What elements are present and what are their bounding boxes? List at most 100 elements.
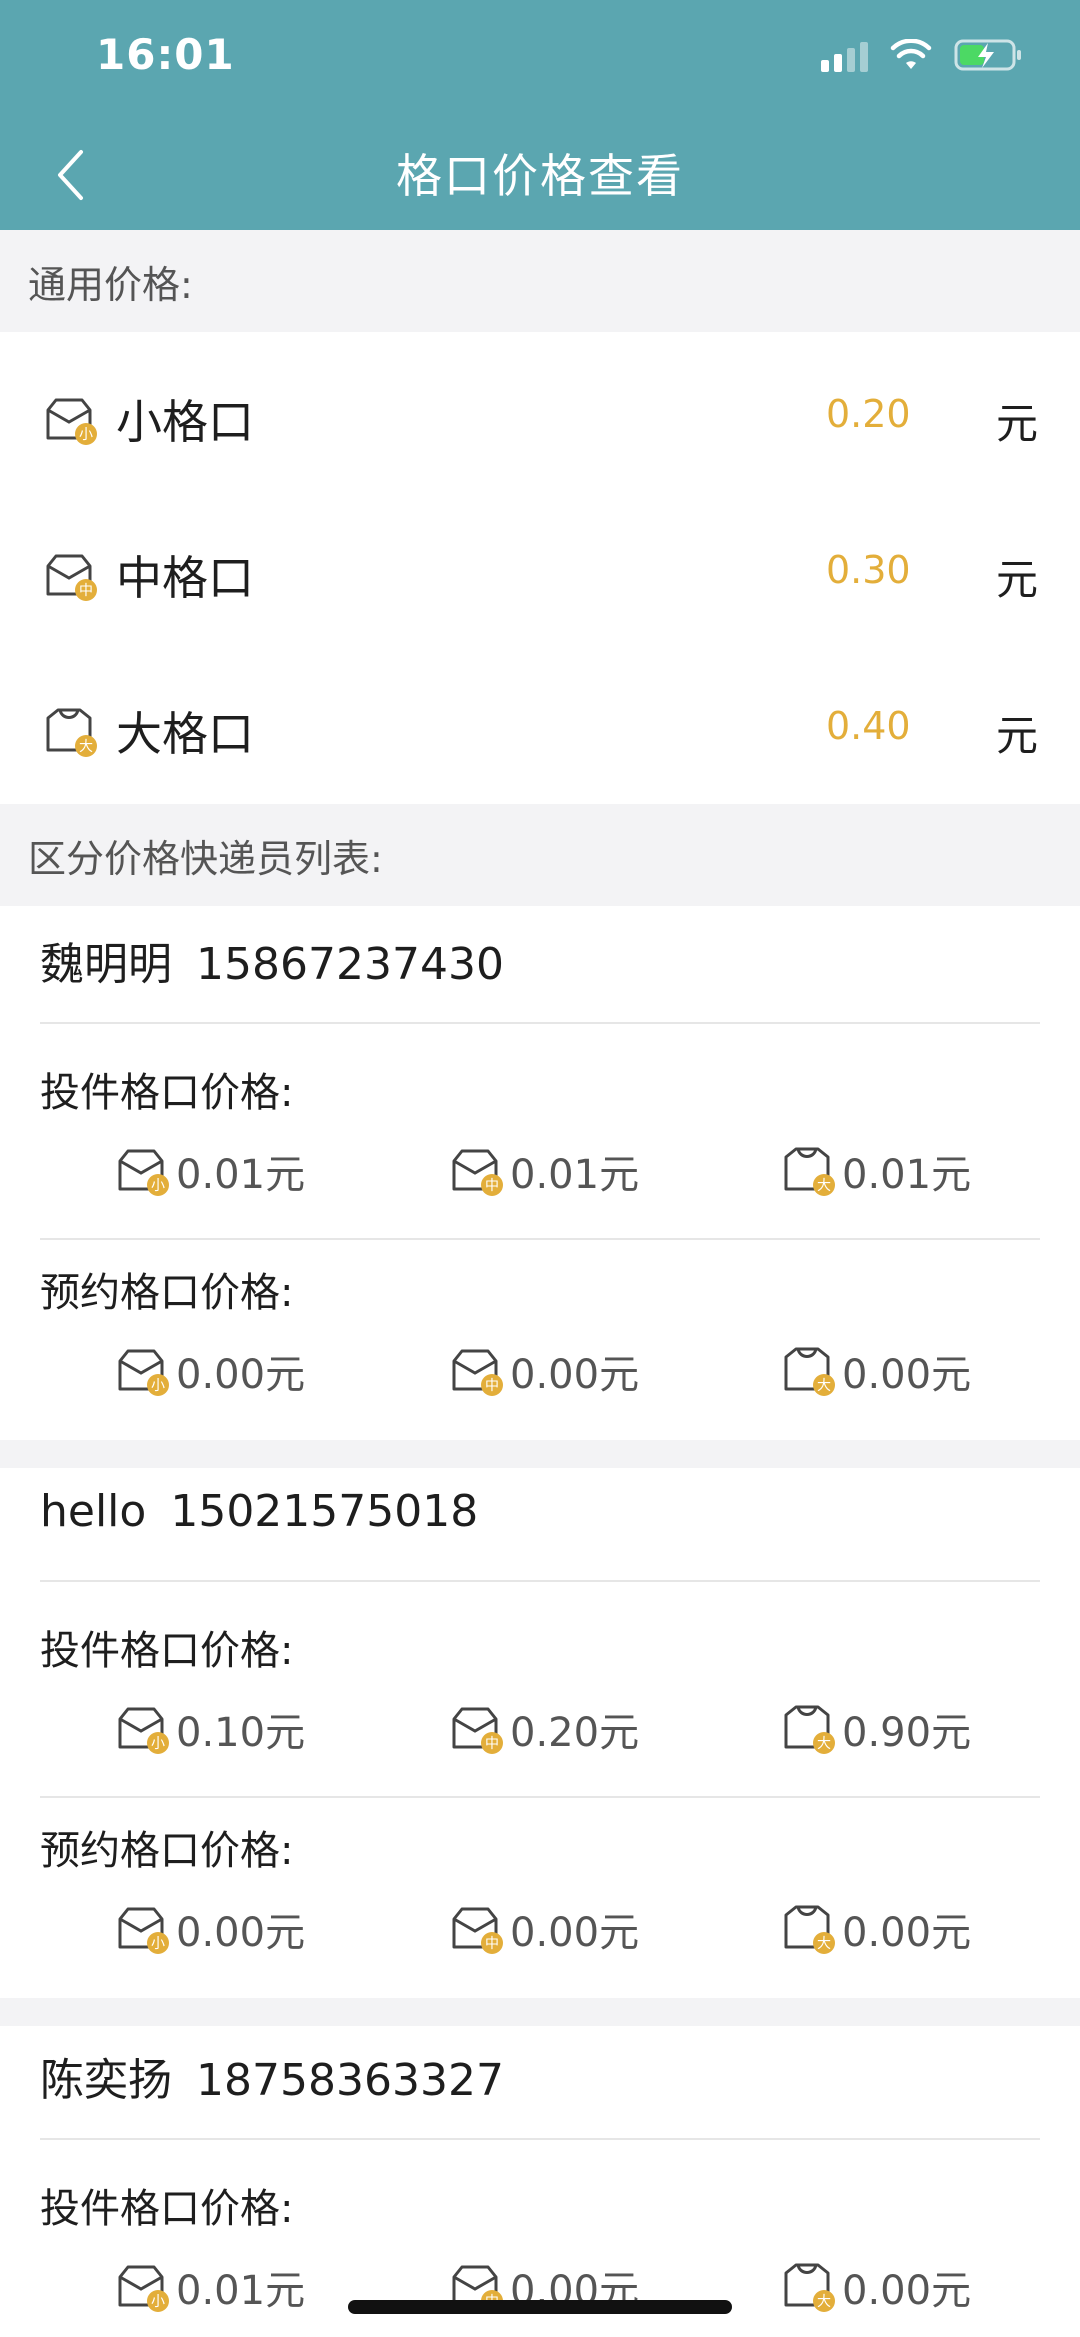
general-row-name: 中格口 (116, 551, 254, 605)
general-row-name: 小格口 (116, 395, 254, 449)
large-box-icon: 大 (784, 1705, 835, 1754)
price-value: 0.01元 (176, 1152, 306, 1198)
general-row-unit: 元 (996, 555, 1039, 604)
courier-info: 魏明明 15867237430 (40, 928, 504, 992)
general-row-price: 0.30 (826, 548, 911, 592)
svg-text:大: 大 (79, 739, 93, 755)
general-row-price: 0.20 (826, 392, 911, 436)
general-price-label: 通用价格: (0, 230, 1080, 332)
price-value: 0.00元 (842, 1352, 972, 1398)
divider (40, 1238, 1040, 1240)
svg-text:小: 小 (151, 1936, 165, 1952)
general-row-name: 大格口 (116, 707, 254, 761)
price-value: 0.01元 (842, 1152, 972, 1198)
deliver-price-cell: 大 0.90元 (782, 1700, 971, 1758)
svg-text:小: 小 (151, 1178, 165, 1194)
cellular-signal-icon (821, 38, 868, 72)
price-value: 0.20元 (510, 1710, 640, 1756)
deliver-price-cell: 小 0.01元 (116, 1142, 305, 1200)
price-value: 0.00元 (510, 1910, 640, 1956)
battery-charging-icon (954, 38, 1024, 72)
svg-text:中: 中 (485, 1936, 499, 1952)
deliver-price-cell: 中 0.20元 (450, 1700, 639, 1758)
deliver-price-cell: 大 0.00元 (782, 2258, 971, 2316)
general-row-unit: 元 (996, 711, 1039, 760)
reserve-price-title: 预约格口价格: (40, 1828, 294, 1874)
svg-text:小: 小 (151, 2294, 165, 2310)
section-gap (0, 1998, 1080, 2026)
section-gap (0, 1440, 1080, 1468)
price-value: 0.00元 (842, 2268, 972, 2314)
deliver-price-title: 投件格口价格: (40, 1628, 294, 1674)
reserve-price-cell: 中 0.00元 (450, 1900, 639, 1958)
svg-text:中: 中 (485, 1178, 499, 1194)
svg-text:小: 小 (79, 427, 93, 443)
divider (40, 1796, 1040, 1798)
large-box-icon: 大 (784, 1905, 835, 1954)
home-indicator[interactable] (348, 2300, 732, 2314)
deliver-price-cell: 小 0.01元 (116, 2258, 305, 2316)
svg-text:大: 大 (817, 1936, 831, 1952)
small-box-icon: 小 (118, 2265, 169, 2312)
svg-text:小: 小 (151, 1736, 165, 1752)
price-value: 0.01元 (176, 2268, 306, 2314)
reserve-price-cell: 中 0.00元 (450, 1342, 639, 1400)
courier-name: 魏明明 (40, 939, 172, 990)
svg-text:大: 大 (817, 1378, 831, 1394)
reserve-price-cell: 小 0.00元 (116, 1342, 305, 1400)
courier-list-label: 区分价格快递员列表: (0, 804, 1080, 906)
deliver-price-cell: 小 0.10元 (116, 1700, 305, 1758)
wifi-icon (890, 39, 932, 71)
price-value: 0.00元 (176, 1352, 306, 1398)
large-box-icon: 大 (46, 708, 97, 757)
small-box-icon: 小 (118, 1149, 169, 1196)
courier-card: 陈奕扬18758363327投件格口价格:小0.01元中0.00元大0.00元 (0, 2026, 1080, 2337)
deliver-price-title: 投件格口价格: (40, 1070, 294, 1116)
header-bar: 16:01 格口价格查看 (0, 0, 1080, 230)
medium-box-icon: 中 (452, 1349, 503, 1396)
general-row-unit: 元 (996, 399, 1039, 448)
courier-phone: 18758363327 (196, 2055, 504, 2106)
courier-name: hello (40, 1486, 147, 1537)
status-time: 16:01 (96, 30, 235, 79)
courier-phone: 15021575018 (170, 1486, 479, 1537)
deliver-price-cell: 中 0.01元 (450, 1142, 639, 1200)
reserve-price-cell: 大 0.00元 (782, 1900, 971, 1958)
large-box-icon: 大 (784, 1347, 835, 1396)
svg-text:中: 中 (79, 583, 93, 599)
reserve-price-title: 预约格口价格: (40, 1270, 294, 1316)
price-value: 0.00元 (510, 1352, 640, 1398)
deliver-price-title: 投件格口价格: (40, 2186, 294, 2232)
general-row-medium: 中 中格口 0.30 元 (0, 492, 1080, 648)
divider (40, 1022, 1040, 1024)
medium-box-icon: 中 (452, 1907, 503, 1954)
courier-phone: 15867237430 (196, 939, 504, 990)
page-title: 格口价格查看 (396, 149, 684, 203)
divider (40, 1580, 1040, 1582)
courier-name: 陈奕扬 (40, 2055, 172, 2106)
courier-card: hello 15021575018 投件格口价格: 小 0.10元中 0.20元大 0.90… (0, 1468, 1080, 1998)
large-box-icon: 大 (784, 1147, 835, 1196)
price-value: 0.90元 (842, 1710, 972, 1756)
medium-box-icon: 中 (452, 1707, 503, 1754)
deliver-price-cell: 大 0.01元 (782, 1142, 971, 1200)
medium-box-icon: 中 (452, 1149, 503, 1196)
reserve-price-cell: 小 0.00元 (116, 1900, 305, 1958)
courier-info: hello 15021575018 (40, 1486, 478, 1537)
svg-text:大: 大 (817, 1178, 831, 1194)
general-row-price: 0.40 (826, 704, 911, 748)
courier-card: 魏明明 15867237430 投件格口价格: 小 0.01元 中 0.01元大 0.01元预… (0, 910, 1080, 1440)
divider (40, 2138, 1040, 2140)
price-value: 0.00元 (842, 1910, 972, 1956)
small-box-icon: 小 (118, 1349, 169, 1396)
price-value: 0.10元 (176, 1710, 306, 1756)
reserve-price-cell: 大 0.00元 (782, 1342, 971, 1400)
status-icons (821, 38, 1024, 72)
small-box-icon: 小 (118, 1707, 169, 1754)
svg-text:中: 中 (485, 1736, 499, 1752)
svg-text:大: 大 (817, 2294, 831, 2310)
price-value: 0.00元 (176, 1910, 306, 1956)
svg-text:大: 大 (817, 1736, 831, 1752)
large-box-icon: 大 (784, 2263, 835, 2312)
svg-text:中: 中 (485, 1378, 499, 1394)
